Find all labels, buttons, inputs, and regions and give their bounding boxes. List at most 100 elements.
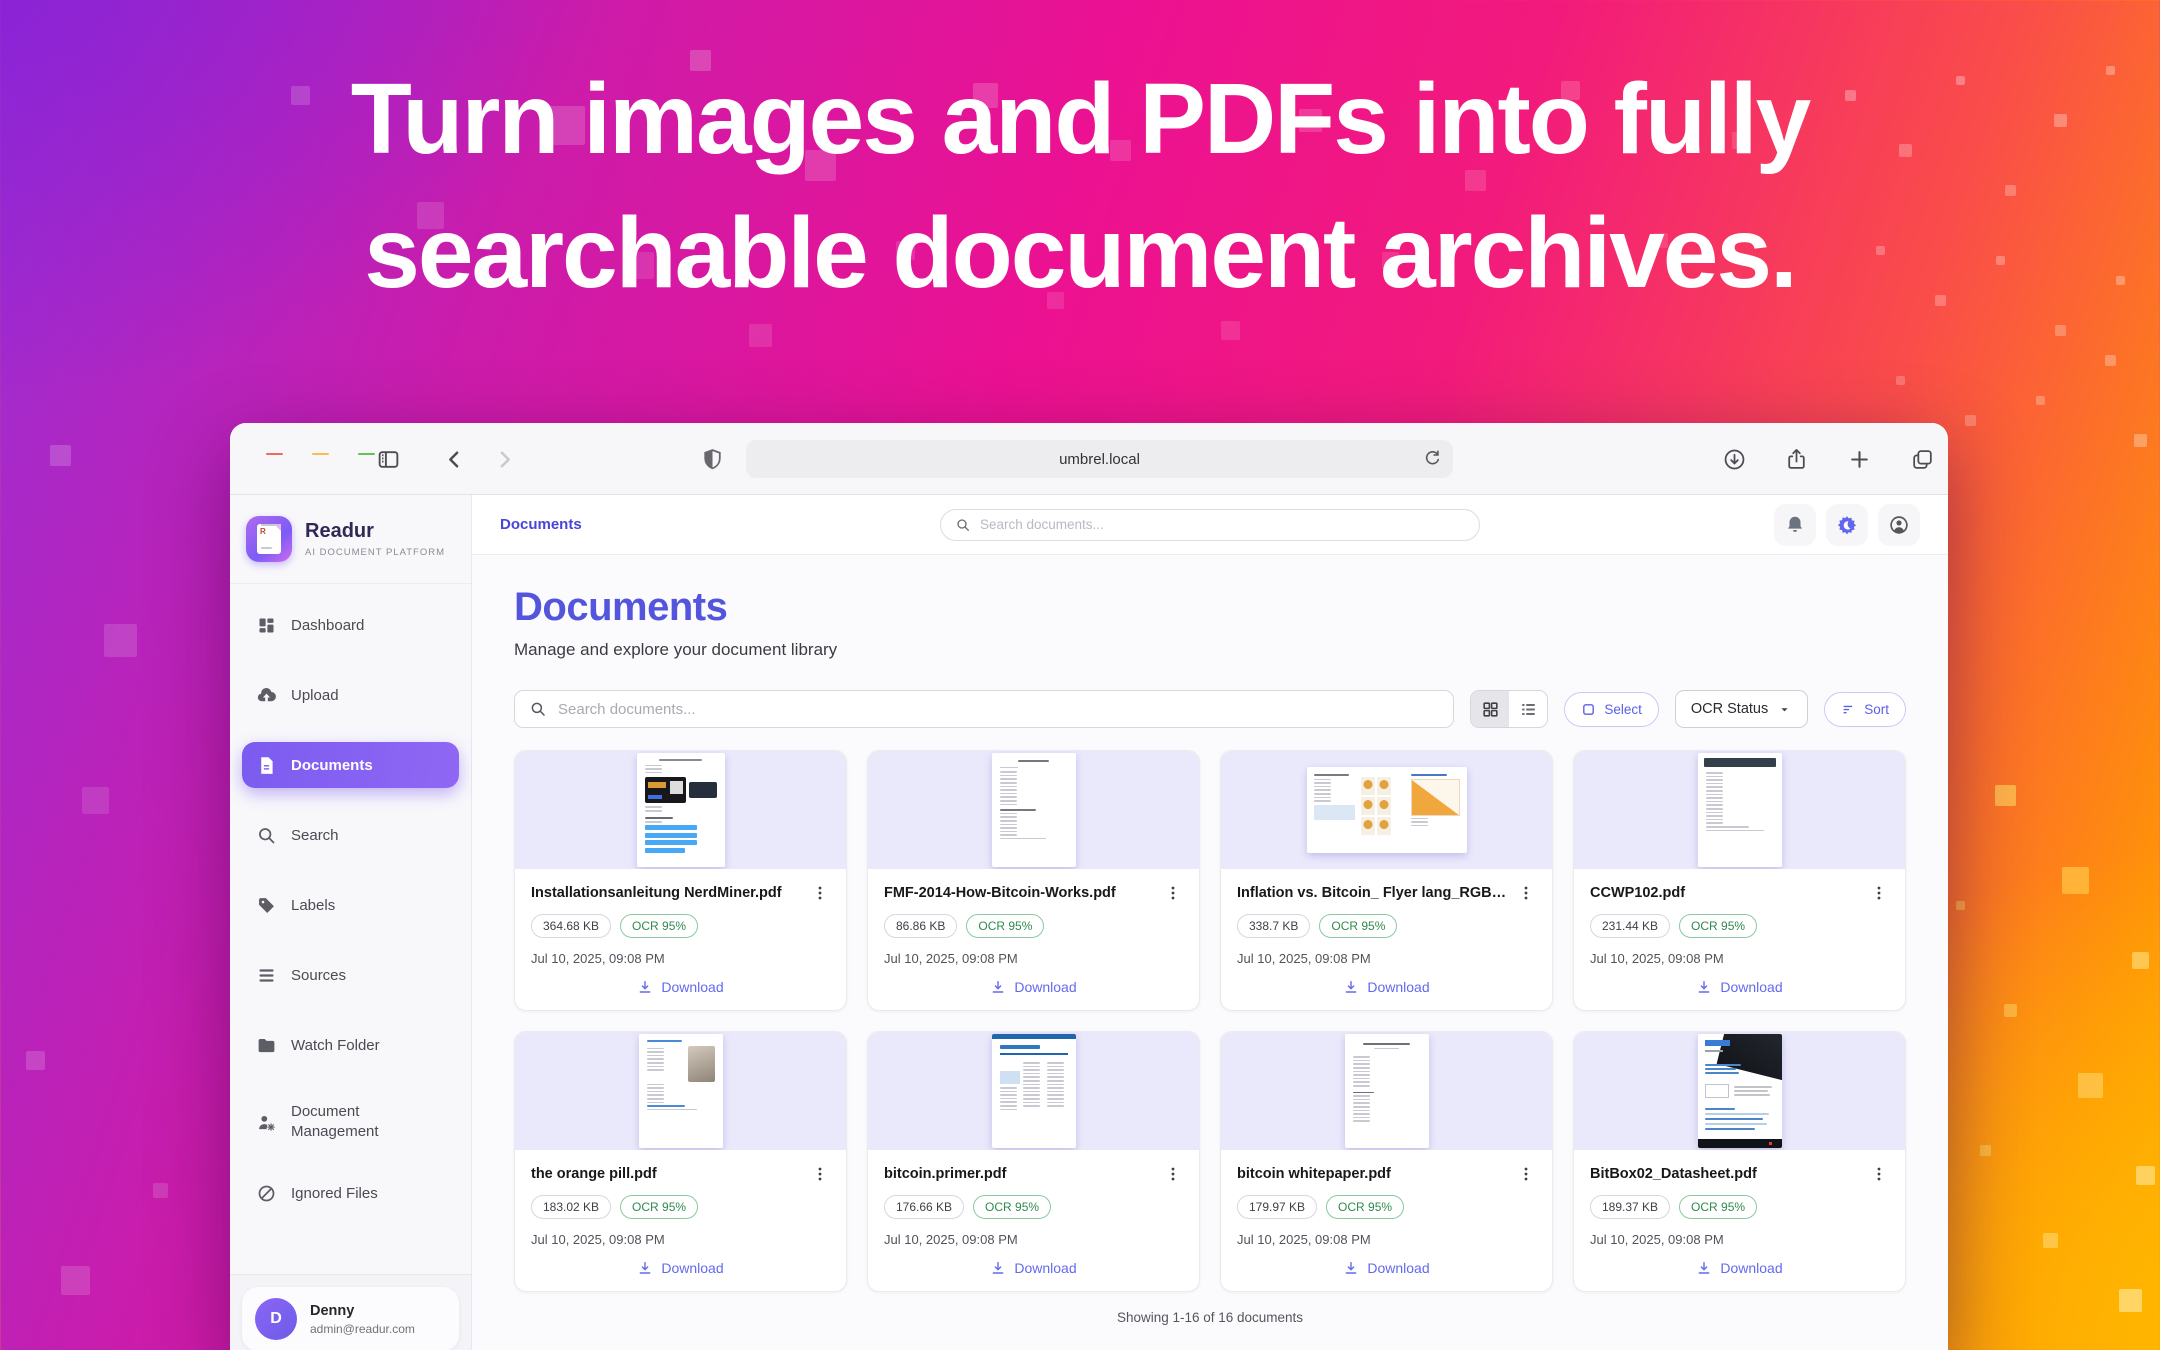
download-icon <box>637 1260 653 1276</box>
folder-icon <box>256 1035 277 1056</box>
document-title: bitcoin whitepaper.pdf <box>1237 1164 1508 1182</box>
ocr-status-dropdown[interactable]: OCR Status <box>1675 690 1808 728</box>
shield-icon[interactable] <box>700 447 725 472</box>
more-options-button[interactable] <box>1516 883 1536 903</box>
share-icon[interactable] <box>1784 447 1809 472</box>
more-options-button[interactable] <box>810 883 830 903</box>
sort-button[interactable]: Sort <box>1824 692 1906 727</box>
more-options-button[interactable] <box>1516 1164 1536 1184</box>
sidebar-item-sources[interactable]: Sources <box>242 952 459 998</box>
traffic-lights <box>258 451 383 457</box>
ocr-badge: OCR 95% <box>966 914 1044 938</box>
document-card[interactable]: BitBox02_Datasheet.pdf 189.37 KB OCR 95%… <box>1573 1031 1906 1292</box>
download-icon <box>1696 979 1712 995</box>
file-size-badge: 338.7 KB <box>1237 914 1310 938</box>
document-card[interactable]: CCWP102.pdf 231.44 KB OCR 95% Jul 10, 20… <box>1573 750 1906 1011</box>
breadcrumb[interactable]: Documents <box>500 516 582 533</box>
download-button[interactable]: Download <box>1237 1260 1536 1291</box>
download-button[interactable]: Download <box>531 1260 830 1291</box>
account-icon <box>1888 514 1910 536</box>
document-card[interactable]: Installationsanleitung NerdMiner.pdf 364… <box>514 750 847 1011</box>
file-size-badge: 189.37 KB <box>1590 1195 1670 1219</box>
sidebar-item-search[interactable]: Search <box>242 812 459 858</box>
sidebar-item-document-management[interactable]: Document Management <box>242 1092 459 1152</box>
grid-view-button[interactable] <box>1471 691 1509 727</box>
document-date: Jul 10, 2025, 09:08 PM <box>1590 951 1889 966</box>
downloads-icon[interactable] <box>1722 447 1747 472</box>
magnifier-icon <box>529 700 547 718</box>
topbar-search[interactable] <box>940 509 1480 541</box>
topbar-search-input[interactable] <box>980 517 1465 532</box>
sort-icon <box>1841 702 1856 717</box>
download-icon <box>990 979 1006 995</box>
download-button[interactable]: Download <box>884 1260 1183 1291</box>
list-view-icon <box>1519 700 1538 719</box>
close-window-button[interactable] <box>266 453 283 455</box>
zoom-window-button[interactable] <box>358 453 375 455</box>
download-button[interactable]: Download <box>531 979 830 1010</box>
document-card[interactable]: Inflation vs. Bitcoin_ Flyer lang_RGB.pd… <box>1220 750 1553 1011</box>
address-bar[interactable]: umbrel.local <box>746 440 1453 478</box>
back-icon[interactable] <box>442 447 467 472</box>
new-tab-icon[interactable] <box>1847 447 1872 472</box>
select-button[interactable]: Select <box>1564 692 1659 727</box>
download-label: Download <box>1367 1260 1429 1276</box>
account-button[interactable] <box>1878 504 1920 546</box>
file-size-badge: 231.44 KB <box>1590 914 1670 938</box>
results-count: Showing 1-16 of 16 documents <box>514 1310 1906 1325</box>
download-button[interactable]: Download <box>1590 979 1889 1010</box>
blocked-icon <box>256 1183 277 1204</box>
download-icon <box>990 1260 1006 1276</box>
document-card[interactable]: bitcoin whitepaper.pdf 179.97 KB OCR 95%… <box>1220 1031 1553 1292</box>
page-subtitle: Manage and explore your document library <box>514 640 1906 660</box>
notifications-button[interactable] <box>1774 504 1816 546</box>
sidebar-item-dashboard[interactable]: Dashboard <box>242 602 459 648</box>
sidebar-item-documents[interactable]: Documents <box>242 742 459 788</box>
documents-search[interactable] <box>514 690 1454 728</box>
checkbox-icon <box>1581 702 1596 717</box>
documents-search-input[interactable] <box>558 701 1439 718</box>
sidebar-item-upload[interactable]: Upload <box>242 672 459 718</box>
background-dots-orange <box>0 0 1 1</box>
document-card[interactable]: FMF-2014-How-Bitcoin-Works.pdf 86.86 KB … <box>867 750 1200 1011</box>
user-strip: D Denny admin@readur.com <box>230 1274 471 1350</box>
document-card[interactable]: the orange pill.pdf 183.02 KB OCR 95% Ju… <box>514 1031 847 1292</box>
minimize-window-button[interactable] <box>312 453 329 455</box>
sidebar: R Readur AI DOCUMENT PLATFORM Dashboard … <box>230 495 472 1350</box>
more-options-button[interactable] <box>1163 883 1183 903</box>
download-button[interactable]: Download <box>1590 1260 1889 1291</box>
sidebar-toggle-icon[interactable] <box>376 447 401 472</box>
download-button[interactable]: Download <box>1237 979 1536 1010</box>
more-options-button[interactable] <box>1869 1164 1889 1184</box>
document-date: Jul 10, 2025, 09:08 PM <box>531 951 830 966</box>
document-thumbnail <box>1221 1032 1552 1150</box>
document-thumbnail <box>1574 751 1905 869</box>
download-label: Download <box>1720 979 1782 995</box>
dashboard-icon <box>256 615 277 636</box>
document-card[interactable]: bitcoin.primer.pdf 176.66 KB OCR 95% Jul… <box>867 1031 1200 1292</box>
tag-icon <box>256 895 277 916</box>
ocr-badge: OCR 95% <box>1319 914 1397 938</box>
more-options-button[interactable] <box>1869 883 1889 903</box>
document-thumbnail <box>515 751 846 869</box>
download-button[interactable]: Download <box>884 979 1183 1010</box>
tabs-icon[interactable] <box>1910 447 1935 472</box>
more-options-button[interactable] <box>810 1164 830 1184</box>
sidebar-item-watch-folder[interactable]: Watch Folder <box>242 1022 459 1068</box>
document-title: the orange pill.pdf <box>531 1164 802 1182</box>
ocr-badge: OCR 95% <box>1326 1195 1404 1219</box>
list-view-button[interactable] <box>1509 691 1547 727</box>
document-title: BitBox02_Datasheet.pdf <box>1590 1164 1861 1182</box>
theme-toggle-button[interactable] <box>1826 504 1868 546</box>
app-topbar: Documents <box>472 495 1948 555</box>
bell-icon <box>1784 514 1806 536</box>
document-title: Inflation vs. Bitcoin_ Flyer lang_RGB.pd… <box>1237 883 1508 901</box>
sidebar-item-labels[interactable]: Labels <box>242 882 459 928</box>
more-options-button[interactable] <box>1163 1164 1183 1184</box>
theme-icon <box>1836 514 1858 536</box>
sidebar-item-ignored-files[interactable]: Ignored Files <box>242 1170 459 1216</box>
magnifier-icon <box>955 517 971 533</box>
reload-icon[interactable] <box>1422 448 1443 469</box>
user-card[interactable]: D Denny admin@readur.com <box>242 1287 459 1350</box>
forward-icon[interactable] <box>492 447 517 472</box>
